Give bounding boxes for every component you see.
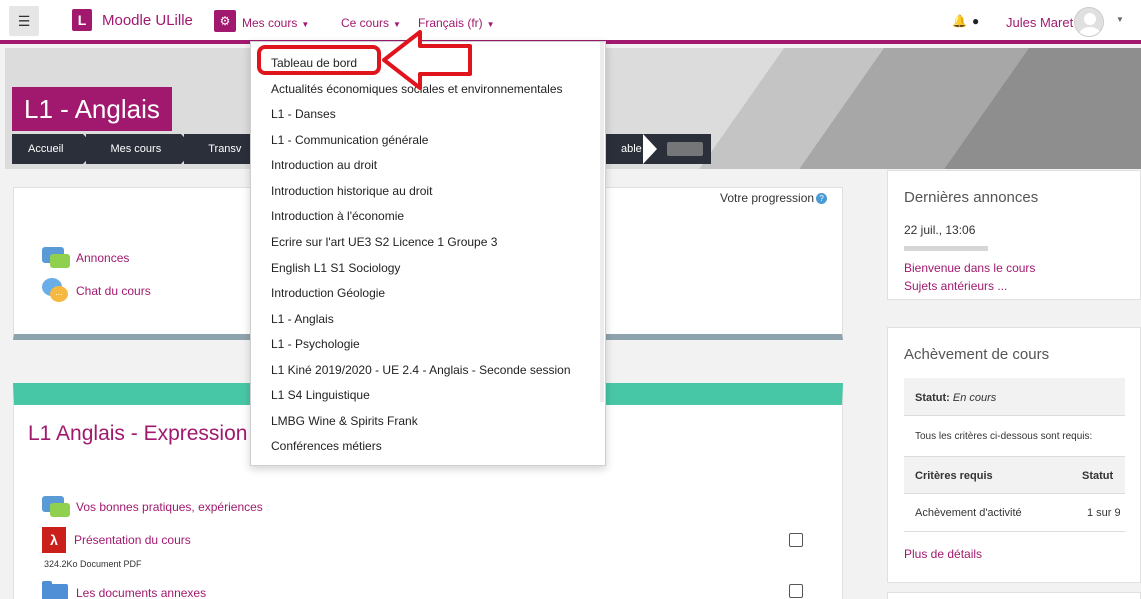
menu-mes-cours-label: Mes cours [242, 16, 298, 30]
activity-presentation[interactable]: λ Présentation du cours [42, 527, 191, 553]
table-cell: Achèvement d'activité [915, 507, 1022, 519]
breadcrumb-item-accueil[interactable]: Accueil [12, 134, 99, 164]
dropdown-item[interactable]: Introduction au droit [271, 158, 377, 172]
activity-label: Annonces [76, 251, 130, 265]
column-header: Critères requis [915, 470, 993, 482]
dropdown-item[interactable]: Introduction historique au droit [271, 184, 432, 198]
dropdown-scrollbar[interactable] [600, 42, 604, 402]
activity-chat[interactable]: ... Chat du cours [42, 278, 151, 304]
user-name[interactable]: Jules Maret [1006, 15, 1073, 30]
table-cell: 1 sur 9 [1087, 507, 1121, 519]
menu-mes-cours[interactable]: Mes cours ▼ [242, 16, 309, 30]
speech-bubble-icon[interactable]: ● [972, 14, 979, 28]
activity-label: Présentation du cours [74, 533, 191, 547]
pdf-icon: λ [42, 527, 66, 553]
dropdown-item[interactable]: L1 - Anglais [271, 312, 334, 326]
status-label: Statut: [915, 392, 950, 404]
dropdown-item[interactable]: English L1 S1 Sociology [271, 261, 400, 275]
progress-label: Votre progression? [720, 191, 828, 205]
criteria-note: Tous les critères ci-dessous sont requis… [915, 431, 1093, 442]
forum-icon [42, 247, 70, 269]
chat-icon: ... [42, 278, 68, 304]
next-block [887, 592, 1141, 599]
dropdown-item[interactable]: L1 - Psychologie [271, 337, 360, 351]
breadcrumb: Accueil Mes cours Transv [12, 134, 276, 164]
user-menu-caret-icon[interactable]: ▼ [1116, 15, 1124, 24]
course-completion-block [887, 327, 1141, 583]
block-title: Dernières annonces [904, 189, 1039, 206]
completion-checkbox[interactable] [789, 533, 803, 547]
criteria-table-header: Critères requis Statut [904, 456, 1125, 494]
completion-status: Statut: En cours [904, 378, 1125, 416]
breadcrumb-separator [643, 134, 657, 164]
status-value: En cours [952, 392, 997, 404]
hamburger-menu-icon[interactable]: ☰ [9, 6, 39, 36]
breadcrumb-item-mes-cours[interactable]: Mes cours [86, 134, 195, 164]
caret-down-icon: ▼ [301, 20, 310, 29]
activity-documents-annexes[interactable]: Les documents annexes [42, 581, 207, 599]
dropdown-item[interactable]: Conférences métiers [271, 439, 382, 453]
document-meta: 324.2Ko Document PDF [44, 559, 142, 569]
progress-label-text: Votre progression [720, 191, 815, 205]
question-circle-icon[interactable]: ? [816, 193, 828, 205]
avatar[interactable] [1074, 7, 1104, 37]
folder-icon [42, 581, 68, 599]
dropdown-item[interactable]: L1 - Danses [271, 107, 336, 121]
site-name-link[interactable]: Moodle ULille [102, 12, 193, 29]
more-details-link[interactable]: Plus de détails [904, 547, 982, 561]
dropdown-item[interactable]: LMBG Wine & Spirits Frank [271, 414, 418, 428]
activity-label: Les documents annexes [76, 586, 207, 599]
breadcrumb-tail-label: able [621, 143, 642, 155]
dropdown-item[interactable]: L1 Kiné 2019/2020 - UE 2.4 - Anglais - S… [271, 363, 571, 377]
forum-icon [42, 496, 70, 518]
red-arrow-annotation [382, 30, 472, 90]
announcement-link[interactable]: Bienvenue dans le cours [904, 261, 1035, 275]
mes-cours-dropdown: Tableau de bord Actualités économiques s… [250, 41, 606, 466]
dropdown-item[interactable]: Introduction Géologie [271, 286, 385, 300]
dropdown-item[interactable]: Introduction à l'économie [271, 209, 404, 223]
older-topics-link[interactable]: Sujets antérieurs ... [904, 279, 1007, 293]
activity-annonces[interactable]: Annonces [42, 247, 129, 269]
column-header: Statut [1082, 470, 1114, 482]
announcement-author-redacted [904, 246, 988, 251]
dropdown-item[interactable]: L1 - Communication générale [271, 133, 428, 147]
navbar: ☰ L Moodle ULille ⚙ Mes cours ▼ Ce cours ▼… [0, 0, 1141, 44]
table-row: Achèvement d'activité 1 sur 9 [904, 494, 1125, 532]
bell-icon[interactable]: 🔔 [952, 14, 967, 28]
dropdown-item[interactable]: Ecrire sur l'art UE3 S2 Licence 1 Groupe… [271, 235, 497, 249]
activity-label: Chat du cours [76, 284, 151, 298]
completion-checkbox[interactable] [789, 584, 803, 598]
page-title: L1 - Anglais [12, 87, 172, 131]
caret-down-icon: ▼ [486, 20, 495, 29]
dropdown-item[interactable]: L1 S4 Linguistique [271, 388, 370, 402]
site-logo[interactable]: L [72, 9, 92, 31]
activity-bonnes-pratiques[interactable]: Vos bonnes pratiques, expériences [42, 496, 263, 518]
block-title: Achèvement de cours [904, 346, 1050, 363]
section-title: L1 Anglais - Expression é [28, 422, 265, 445]
announcement-date: 22 juil., 13:06 [904, 223, 976, 237]
cogs-icon[interactable]: ⚙ [214, 10, 236, 32]
activity-label: Vos bonnes pratiques, expériences [76, 500, 263, 514]
highlight-annotation [257, 45, 381, 75]
breadcrumb-redacted [667, 142, 703, 156]
